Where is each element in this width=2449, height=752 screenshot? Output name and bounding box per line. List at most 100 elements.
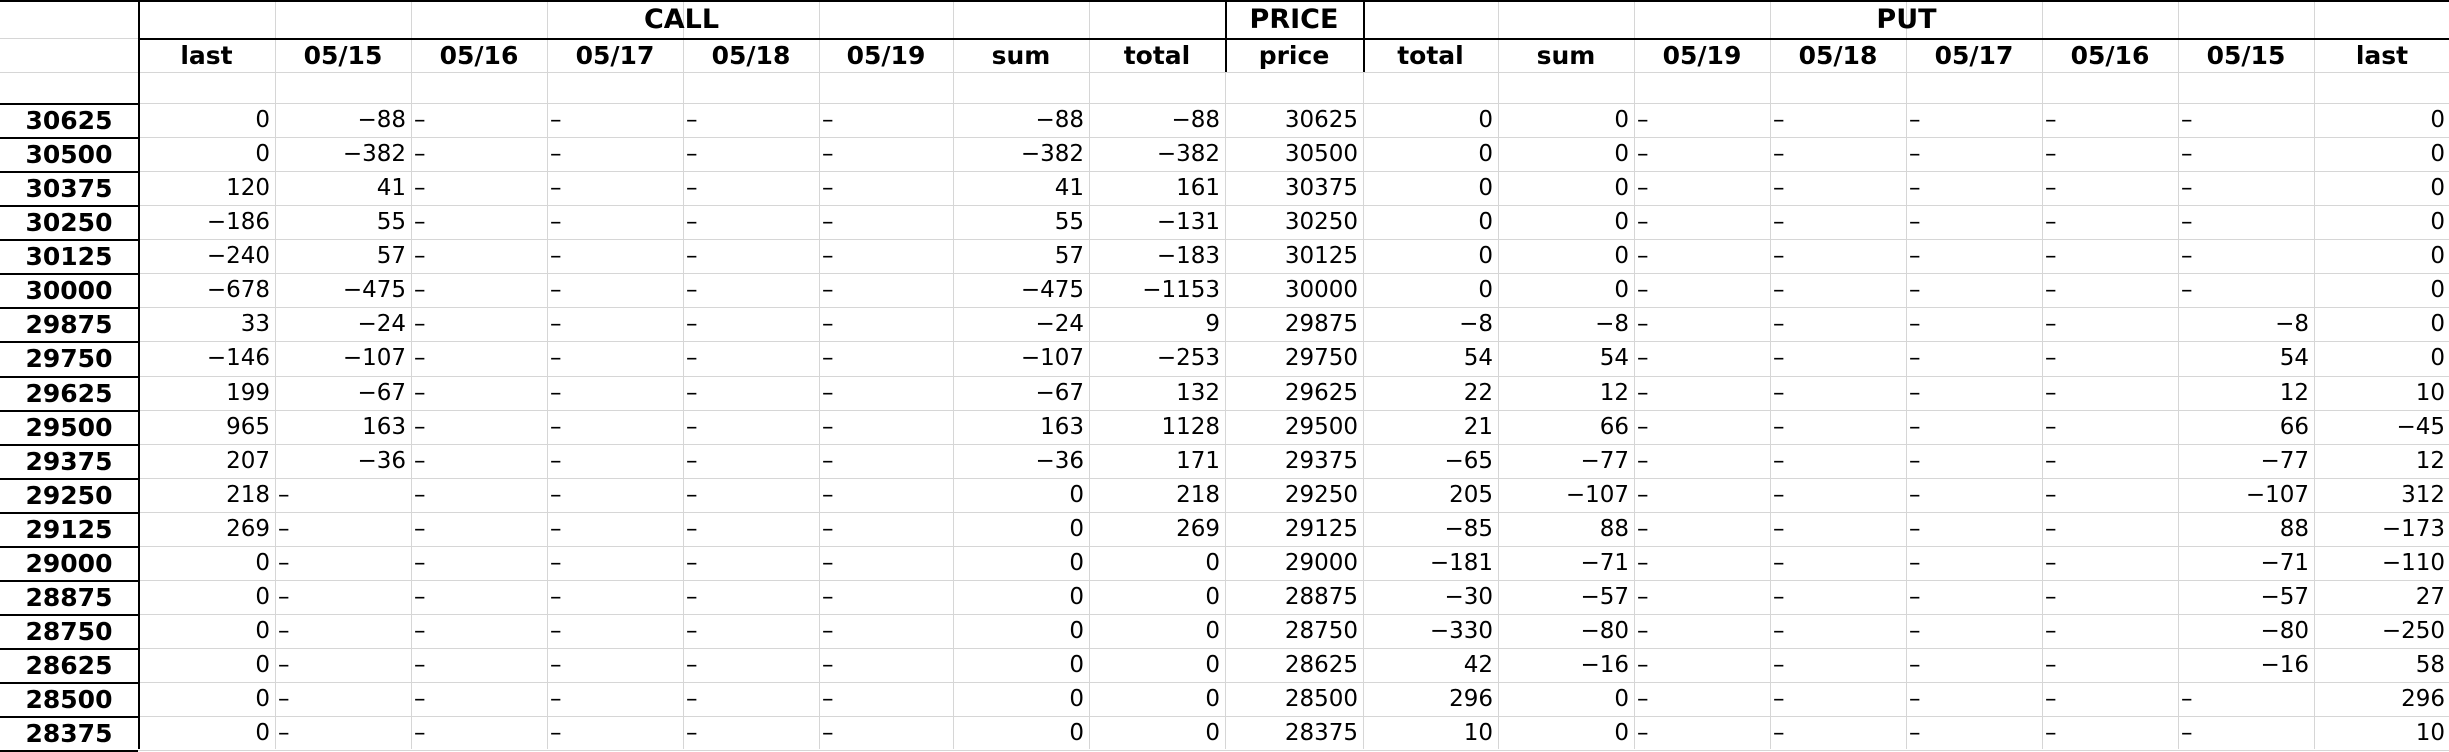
call-cell[interactable]: –	[683, 341, 819, 376]
put-cell[interactable]: 88	[1498, 512, 1634, 546]
row-label-strike[interactable]: 29750	[0, 341, 138, 376]
call-cell[interactable]: 0	[1089, 716, 1225, 750]
call-cell[interactable]: 0	[138, 580, 275, 614]
put-cell[interactable]: –	[1770, 376, 1906, 410]
put-cell[interactable]: –	[1906, 580, 2042, 614]
call-cell[interactable]: –	[275, 716, 411, 750]
row-label-strike[interactable]: 29250	[0, 478, 138, 512]
put-cell[interactable]: −57	[2178, 580, 2314, 614]
put-cell[interactable]: –	[1634, 273, 1770, 307]
price-cell[interactable]: 30625	[1225, 103, 1363, 137]
call-subheader-0[interactable]: last	[138, 38, 275, 72]
price-cell[interactable]: 29625	[1225, 376, 1363, 410]
call-subheader-4[interactable]: 05/18	[683, 38, 819, 72]
call-cell[interactable]: 1128	[1089, 410, 1225, 444]
call-cell[interactable]: –	[411, 478, 547, 512]
call-cell[interactable]: –	[819, 478, 953, 512]
put-cell[interactable]: −45	[2314, 410, 2449, 444]
call-cell[interactable]: –	[683, 546, 819, 580]
put-cell[interactable]: 0	[2314, 341, 2449, 376]
put-cell[interactable]: 0	[1498, 682, 1634, 716]
price-cell[interactable]: 29125	[1225, 512, 1363, 546]
put-cell[interactable]: 0	[1363, 103, 1498, 137]
call-cell[interactable]: –	[411, 682, 547, 716]
call-cell[interactable]: 0	[1089, 580, 1225, 614]
put-cell[interactable]: 0	[1498, 273, 1634, 307]
call-cell[interactable]: 0	[953, 682, 1089, 716]
call-cell[interactable]: –	[547, 682, 683, 716]
call-cell[interactable]: −107	[953, 341, 1089, 376]
call-cell[interactable]: 120	[138, 171, 275, 205]
call-cell[interactable]: 0	[953, 580, 1089, 614]
call-cell[interactable]: –	[683, 307, 819, 341]
call-cell[interactable]: –	[547, 307, 683, 341]
call-cell[interactable]: –	[683, 103, 819, 137]
put-cell[interactable]: –	[1770, 614, 1906, 648]
call-cell[interactable]: −24	[953, 307, 1089, 341]
call-cell[interactable]: –	[547, 410, 683, 444]
call-cell[interactable]: −253	[1089, 341, 1225, 376]
call-cell[interactable]: 218	[1089, 478, 1225, 512]
put-header[interactable]: PUT	[1363, 0, 2449, 38]
put-subheader-6[interactable]: 05/15	[2178, 38, 2314, 72]
put-cell[interactable]: –	[1770, 171, 1906, 205]
put-cell[interactable]: 21	[1363, 410, 1498, 444]
call-cell[interactable]: –	[683, 648, 819, 682]
call-cell[interactable]: –	[547, 512, 683, 546]
put-cell[interactable]: –	[2042, 682, 2178, 716]
put-cell[interactable]: –	[1770, 410, 1906, 444]
put-subheader-4[interactable]: 05/17	[1906, 38, 2042, 72]
call-cell[interactable]: −36	[953, 444, 1089, 478]
put-cell[interactable]: −77	[2178, 444, 2314, 478]
put-cell[interactable]: 27	[2314, 580, 2449, 614]
put-cell[interactable]: −330	[1363, 614, 1498, 648]
price-header[interactable]: PRICE	[1225, 0, 1363, 38]
put-cell[interactable]: −57	[1498, 580, 1634, 614]
put-cell[interactable]: –	[2042, 512, 2178, 546]
call-cell[interactable]: –	[275, 512, 411, 546]
put-cell[interactable]: −80	[2178, 614, 2314, 648]
put-cell[interactable]: 0	[1498, 205, 1634, 239]
call-cell[interactable]: 0	[953, 546, 1089, 580]
call-cell[interactable]: –	[819, 410, 953, 444]
put-subheader-0[interactable]: total	[1363, 38, 1498, 72]
put-cell[interactable]: –	[2042, 341, 2178, 376]
put-cell[interactable]: –	[1906, 410, 2042, 444]
row-label-strike[interactable]: 30000	[0, 273, 138, 307]
put-cell[interactable]: –	[1770, 444, 1906, 478]
put-cell[interactable]: –	[1634, 716, 1770, 750]
put-cell[interactable]: −65	[1363, 444, 1498, 478]
put-cell[interactable]: −30	[1363, 580, 1498, 614]
call-cell[interactable]: −475	[275, 273, 411, 307]
price-cell[interactable]: 29375	[1225, 444, 1363, 478]
call-cell[interactable]: 41	[953, 171, 1089, 205]
call-cell[interactable]: –	[411, 614, 547, 648]
call-cell[interactable]: 0	[953, 478, 1089, 512]
call-cell[interactable]: –	[683, 410, 819, 444]
put-cell[interactable]: 0	[1363, 239, 1498, 273]
put-cell[interactable]: 66	[2178, 410, 2314, 444]
call-cell[interactable]: 0	[138, 648, 275, 682]
put-cell[interactable]: –	[1634, 614, 1770, 648]
put-cell[interactable]: −71	[1498, 546, 1634, 580]
call-cell[interactable]: 218	[138, 478, 275, 512]
put-cell[interactable]: –	[1906, 682, 2042, 716]
call-cell[interactable]: –	[683, 478, 819, 512]
call-cell[interactable]: 0	[138, 614, 275, 648]
price-cell[interactable]: 28500	[1225, 682, 1363, 716]
call-cell[interactable]: −382	[1089, 137, 1225, 171]
put-cell[interactable]: 22	[1363, 376, 1498, 410]
row-label-strike[interactable]: 28875	[0, 580, 138, 614]
price-cell[interactable]: 30375	[1225, 171, 1363, 205]
put-cell[interactable]: −8	[2178, 307, 2314, 341]
call-cell[interactable]: –	[547, 478, 683, 512]
call-cell[interactable]: 171	[1089, 444, 1225, 478]
call-cell[interactable]: –	[819, 512, 953, 546]
call-cell[interactable]: −88	[275, 103, 411, 137]
call-cell[interactable]: –	[683, 205, 819, 239]
call-cell[interactable]: −88	[1089, 103, 1225, 137]
put-cell[interactable]: –	[1770, 580, 1906, 614]
row-label-strike[interactable]: 30375	[0, 171, 138, 205]
call-cell[interactable]: 0	[138, 682, 275, 716]
call-cell[interactable]: 0	[1089, 682, 1225, 716]
